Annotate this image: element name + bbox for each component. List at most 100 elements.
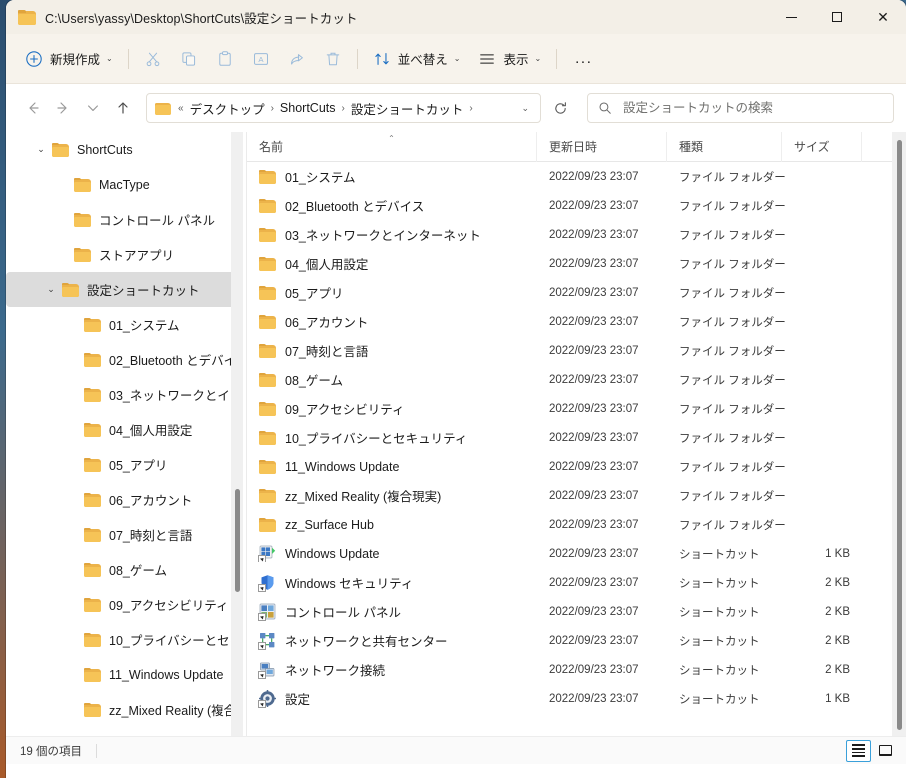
file-name-cell: コントロール パネル xyxy=(247,602,537,621)
copy-button[interactable] xyxy=(171,42,207,76)
sidebar-item[interactable]: 08_ゲーム xyxy=(6,552,238,587)
file-row[interactable]: 03_ネットワークとインターネット 2022/09/23 23:07 ファイル フォ… xyxy=(247,220,906,249)
file-name-label: コントロール パネル xyxy=(285,606,401,620)
sidebar-item[interactable]: 07_時刻と言語 xyxy=(6,517,238,552)
file-type-cell: ファイル フォルダー xyxy=(679,229,786,242)
sidebar-item[interactable]: 05_アプリ xyxy=(6,447,238,482)
sidebar-item[interactable]: 04_個人用設定 xyxy=(6,412,238,447)
file-row[interactable]: 08_ゲーム 2022/09/23 23:07 ファイル フォルダー xyxy=(247,365,906,394)
close-button[interactable]: ✕ xyxy=(860,0,906,34)
view-list-icon xyxy=(480,53,495,64)
file-row[interactable]: zz_Surface Hub 2022/09/23 23:07 ファイル フォルダー xyxy=(247,510,906,539)
recent-locations-button[interactable] xyxy=(78,93,108,123)
sidebar-item[interactable]: zz_Mixed Reality (複合現実) xyxy=(6,692,238,727)
file-type-cell: ショートカット xyxy=(679,577,760,590)
file-row[interactable]: 設定 2022/09/23 23:07 ショートカット 1 KB xyxy=(247,684,906,713)
chevron-down-icon[interactable]: ⌄ xyxy=(40,284,62,295)
forward-button[interactable] xyxy=(48,93,78,123)
details-view-icon xyxy=(852,744,865,757)
folder-icon xyxy=(84,387,101,402)
sidebar-item-label: MacType xyxy=(99,177,150,192)
see-more-button[interactable]: ... xyxy=(563,42,604,76)
delete-button[interactable] xyxy=(315,42,351,76)
cut-button[interactable] xyxy=(135,42,171,76)
sidebar-item[interactable]: 03_ネットワークとインターネット xyxy=(6,377,238,412)
file-row[interactable]: ネットワーク接続 2022/09/23 23:07 ショートカット 2 KB xyxy=(247,655,906,684)
file-row[interactable]: 02_Bluetooth とデバイス 2022/09/23 23:07 ファイル フ… xyxy=(247,191,906,220)
up-button[interactable] xyxy=(108,93,138,123)
sidebar-item[interactable]: 09_アクセシビリティ xyxy=(6,587,238,622)
sidebar-item[interactable]: MacType xyxy=(6,167,238,202)
sidebar-item[interactable]: 11_Windows Update xyxy=(6,657,238,692)
column-header-name[interactable]: 名前 ⌃ xyxy=(247,132,537,162)
file-date-cell: 2022/09/23 23:07 xyxy=(549,315,639,328)
breadcrumb-overflow-icon[interactable]: « xyxy=(177,103,185,114)
new-button[interactable]: 新規作成 ⌄ xyxy=(16,42,122,76)
details-view-button[interactable] xyxy=(846,739,871,762)
file-row[interactable]: コントロール パネル 2022/09/23 23:07 ショートカット 2 KB xyxy=(247,597,906,626)
chevron-down-icon[interactable]: ⌄ xyxy=(30,144,52,155)
column-header-type[interactable]: 種類 xyxy=(667,132,782,162)
file-row[interactable]: ネットワークと共有センター 2022/09/23 23:07 ショートカット 2 KB xyxy=(247,626,906,655)
plus-circle-icon xyxy=(26,50,42,67)
sidebar-item[interactable]: 10_プライバシーとセキュリティ xyxy=(6,622,238,657)
file-row[interactable]: 11_Windows Update 2022/09/23 23:07 ファイル フォ… xyxy=(247,452,906,481)
file-list-scrollbar-thumb[interactable] xyxy=(897,140,902,730)
large-icons-view-button[interactable] xyxy=(873,740,898,762)
file-list-pane: 名前 ⌃ 更新日時 種類 サイズ 01_システム 2022/09/23 23:07… xyxy=(247,132,906,736)
file-row[interactable]: 01_システム 2022/09/23 23:07 ファイル フォルダー xyxy=(247,162,906,191)
rename-button[interactable]: A xyxy=(243,42,279,76)
navigation-scrollbar[interactable] xyxy=(231,132,243,736)
file-row[interactable]: 10_プライバシーとセキュリティ 2022/09/23 23:07 ファイル フォル… xyxy=(247,423,906,452)
breadcrumb-item-shortcuts[interactable]: ShortCuts xyxy=(275,98,341,118)
minimize-button[interactable] xyxy=(768,0,814,34)
file-row[interactable]: 07_時刻と言語 2022/09/23 23:07 ファイル フォルダー xyxy=(247,336,906,365)
paste-button[interactable] xyxy=(207,42,243,76)
file-date-cell: 2022/09/23 23:07 xyxy=(549,460,639,473)
breadcrumb-item-desktop[interactable]: デスクトップ xyxy=(185,96,270,121)
view-button[interactable]: 表示 ⌄ xyxy=(469,42,550,76)
sidebar-item[interactable]: 06_アカウント xyxy=(6,482,238,517)
sidebar-item[interactable]: 02_Bluetooth とデバイス xyxy=(6,342,238,377)
file-row[interactable]: Windows Update 2022/09/23 23:07 ショートカット 1 K… xyxy=(247,539,906,568)
folder-icon xyxy=(259,343,276,358)
sort-button[interactable]: 並べ替え ⌄ xyxy=(364,42,470,76)
file-type-cell: ファイル フォルダー xyxy=(679,200,786,213)
file-name-cell: zz_Surface Hub xyxy=(247,517,537,532)
column-header-size[interactable]: サイズ xyxy=(782,132,862,162)
sidebar-item[interactable]: 01_システム xyxy=(6,307,238,342)
file-type-cell: ファイル フォルダー xyxy=(679,432,786,445)
sidebar-item-label: 07_時刻と言語 xyxy=(109,529,193,543)
navigation-scrollbar-thumb[interactable] xyxy=(235,489,240,592)
search-input[interactable] xyxy=(621,94,883,122)
file-list-scrollbar[interactable] xyxy=(892,132,906,736)
folder-icon xyxy=(259,459,276,474)
share-button[interactable] xyxy=(279,42,315,76)
folder-icon xyxy=(62,282,79,297)
column-header-date[interactable]: 更新日時 xyxy=(537,132,667,162)
back-button[interactable] xyxy=(18,93,48,123)
breadcrumb[interactable]: « デスクトップ › ShortCuts › 設定ショートカット › ⌄ xyxy=(146,93,541,123)
file-size-cell: 1 KB xyxy=(825,547,850,560)
refresh-icon xyxy=(554,101,566,114)
file-row[interactable]: 04_個人用設定 2022/09/23 23:07 ファイル フォルダー xyxy=(247,249,906,278)
file-row[interactable]: 06_アカウント 2022/09/23 23:07 ファイル フォルダー xyxy=(247,307,906,336)
breadcrumb-dropdown-icon[interactable]: ⌄ xyxy=(514,99,536,118)
file-row[interactable]: Windows セキュリティ 2022/09/23 23:07 ショートカット 2 K… xyxy=(247,568,906,597)
sidebar-item[interactable]: コントロール パネル xyxy=(6,202,238,237)
sidebar-item[interactable]: ストアアプリ xyxy=(6,237,238,272)
network-connections-shortcut-icon xyxy=(258,661,276,679)
refresh-button[interactable] xyxy=(545,93,575,123)
sidebar-item[interactable]: ⌄ ShortCuts xyxy=(6,132,238,167)
search-box[interactable] xyxy=(587,93,894,123)
sidebar-item[interactable]: zz_Surface Hub xyxy=(6,727,238,736)
windows-security-shield-shortcut-icon xyxy=(258,574,276,592)
maximize-button[interactable] xyxy=(814,0,860,34)
breadcrumb-separator[interactable]: › xyxy=(468,103,473,114)
breadcrumb-item-current[interactable]: 設定ショートカット xyxy=(346,96,469,121)
file-row[interactable]: zz_Mixed Reality (複合現実) 2022/09/23 23:07 フ… xyxy=(247,481,906,510)
sidebar-item[interactable]: ⌄ 設定ショートカット xyxy=(6,272,238,307)
file-row[interactable]: 05_アプリ 2022/09/23 23:07 ファイル フォルダー xyxy=(247,278,906,307)
file-row[interactable]: 09_アクセシビリティ 2022/09/23 23:07 ファイル フォルダー xyxy=(247,394,906,423)
sidebar-item-label: 設定ショートカット xyxy=(87,284,200,298)
